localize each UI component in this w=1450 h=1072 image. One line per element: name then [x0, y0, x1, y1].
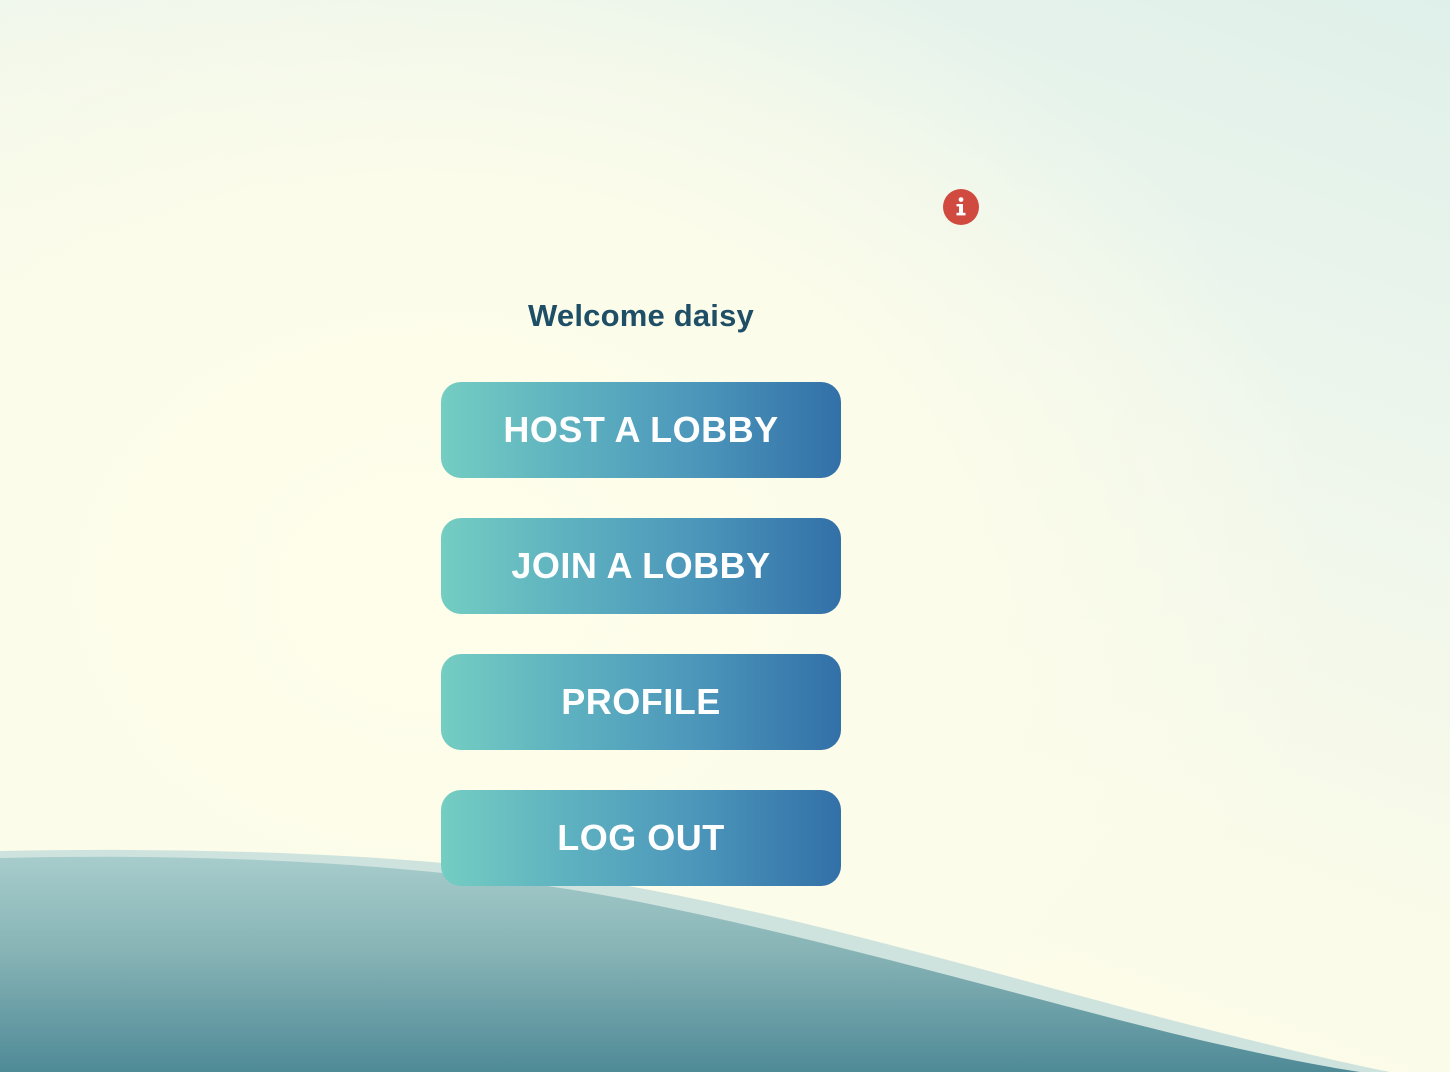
host-lobby-button[interactable]: HOST A LOBBY: [441, 382, 841, 478]
join-lobby-button[interactable]: JOIN A LOBBY: [441, 518, 841, 614]
profile-button[interactable]: PROFILE: [441, 654, 841, 750]
logout-button[interactable]: LOG OUT: [441, 790, 841, 886]
info-glyph-icon: [956, 197, 966, 216]
main-menu: HOST A LOBBY JOIN A LOBBY PROFILE LOG OU…: [441, 382, 841, 886]
info-icon[interactable]: [943, 189, 979, 225]
welcome-title: Welcome daisy: [527, 298, 755, 333]
